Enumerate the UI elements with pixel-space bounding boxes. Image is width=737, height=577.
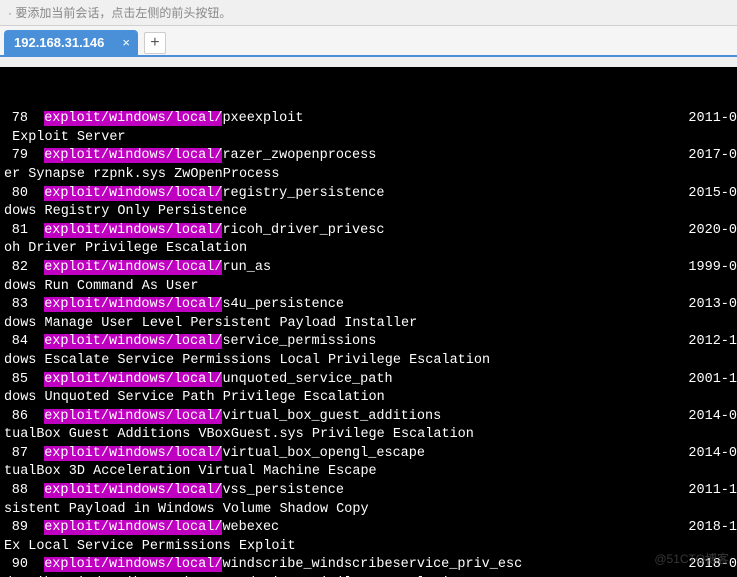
watermark: @51CTO博客 [654, 550, 729, 569]
exploit-desc: Ex Local Service Permissions Exploit [4, 538, 733, 557]
exploit-name: virtual_box_guest_additions [222, 409, 441, 424]
terminal-output[interactable]: 78 exploit/windows/local/pxeexploit 2011-… [0, 67, 737, 577]
window-chrome: · 要添加当前会话，点击左侧的前头按钮。 192.168.31.146 × + [0, 0, 737, 67]
exploit-path: exploit/windows/local/ [44, 334, 222, 349]
row-number: 87 [4, 445, 28, 464]
exploit-path: exploit/windows/local/ [44, 483, 222, 498]
row-number: 85 [4, 371, 28, 390]
exploit-desc: dows Unquoted Service Path Privilege Esc… [4, 389, 733, 408]
row-number: 81 [4, 222, 28, 241]
row-number: 82 [4, 259, 28, 278]
exploit-row: 84 exploit/windows/local/service_permiss… [4, 333, 733, 352]
exploit-path: exploit/windows/local/ [44, 446, 222, 461]
exploit-path: exploit/windows/local/ [44, 223, 222, 238]
exploit-path: exploit/windows/local/ [44, 260, 222, 275]
row-number: 83 [4, 296, 28, 315]
exploit-row: 83 exploit/windows/local/s4u_persistence… [4, 296, 733, 315]
exploit-row: 82 exploit/windows/local/run_as1999-0 [4, 259, 733, 278]
hint-bar: · 要添加当前会话，点击左侧的前头按钮。 [0, 0, 737, 26]
exploit-date: 2014-0 [688, 408, 737, 427]
exploit-desc: sistent Payload in Windows Volume Shadow… [4, 501, 733, 520]
exploit-desc: tualBox 3D Acceleration Virtual Machine … [4, 463, 733, 482]
exploit-date: 2020-0 [688, 222, 737, 241]
close-icon[interactable]: × [122, 35, 130, 50]
exploit-date: 2011-1 [688, 482, 737, 501]
exploit-name: razer_zwopenprocess [222, 148, 376, 163]
exploit-desc: dows Manage User Level Persistent Payloa… [4, 315, 733, 334]
exploit-date: 2017-0 [688, 147, 737, 166]
tab-label: 192.168.31.146 [14, 35, 104, 50]
exploit-date: 2013-0 [688, 296, 737, 315]
exploit-date: 2011-0 [688, 110, 737, 129]
row-number: 88 [4, 482, 28, 501]
exploit-path: exploit/windows/local/ [44, 186, 222, 201]
exploit-desc: dows Run Command As User [4, 278, 733, 297]
exploit-desc: dows Registry Only Persistence [4, 203, 733, 222]
exploit-row: 89 exploit/windows/local/webexec2018-1 [4, 519, 733, 538]
exploit-path: exploit/windows/local/ [44, 520, 222, 535]
exploit-name: vss_persistence [222, 483, 344, 498]
exploit-date: 2012-1 [688, 333, 737, 352]
exploit-name: pxeexploit [222, 111, 303, 126]
row-number: 90 [4, 556, 28, 575]
row-number: 80 [4, 185, 28, 204]
exploit-row: 81 exploit/windows/local/ricoh_driver_pr… [4, 222, 733, 241]
exploit-desc: Exploit Server [4, 129, 733, 148]
exploit-name: service_permissions [222, 334, 376, 349]
exploit-row: 85 exploit/windows/local/unquoted_servic… [4, 371, 733, 390]
row-number: 84 [4, 333, 28, 352]
exploit-path: exploit/windows/local/ [44, 557, 222, 572]
row-number: 78 [4, 110, 28, 129]
exploit-name: virtual_box_opengl_escape [222, 446, 425, 461]
new-tab-button[interactable]: + [144, 32, 166, 54]
exploit-row: 80 exploit/windows/local/registry_persis… [4, 185, 733, 204]
exploit-name: webexec [222, 520, 279, 535]
exploit-path: exploit/windows/local/ [44, 111, 222, 126]
exploit-name: windscribe_windscribeservice_priv_esc [222, 557, 522, 572]
exploit-name: unquoted_service_path [222, 372, 392, 387]
exploit-row: 86 exploit/windows/local/virtual_box_gue… [4, 408, 733, 427]
exploit-name: ricoh_driver_privesc [222, 223, 384, 238]
exploit-date: 2018-1 [688, 519, 737, 538]
exploit-path: exploit/windows/local/ [44, 409, 222, 424]
tab-strip: 192.168.31.146 × + [0, 26, 737, 57]
exploit-row: 90 exploit/windows/local/windscribe_wind… [4, 556, 733, 575]
exploit-path: exploit/windows/local/ [44, 297, 222, 312]
exploit-name: s4u_persistence [222, 297, 344, 312]
exploit-row: 87 exploit/windows/local/virtual_box_ope… [4, 445, 733, 464]
row-number: 79 [4, 147, 28, 166]
exploit-date: 1999-0 [688, 259, 737, 278]
exploit-name: run_as [222, 260, 271, 275]
exploit-desc: oh Driver Privilege Escalation [4, 240, 733, 259]
tab-active[interactable]: 192.168.31.146 × [4, 30, 138, 55]
exploit-path: exploit/windows/local/ [44, 372, 222, 387]
exploit-path: exploit/windows/local/ [44, 148, 222, 163]
exploit-desc: dows Escalate Service Permissions Local … [4, 352, 733, 371]
exploit-row: 79 exploit/windows/local/razer_zwopenpro… [4, 147, 733, 166]
exploit-desc: tualBox Guest Additions VBoxGuest.sys Pr… [4, 426, 733, 445]
exploit-name: registry_persistence [222, 186, 384, 201]
exploit-date: 2015-0 [688, 185, 737, 204]
exploit-row: 78 exploit/windows/local/pxeexploit2011-… [4, 110, 733, 129]
exploit-row: 88 exploit/windows/local/vss_persistence… [4, 482, 733, 501]
row-number: 86 [4, 408, 28, 427]
exploit-date: 2001-1 [688, 371, 737, 390]
exploit-desc: er Synapse rzpnk.sys ZwOpenProcess [4, 166, 733, 185]
row-number: 89 [4, 519, 28, 538]
exploit-date: 2014-0 [688, 445, 737, 464]
